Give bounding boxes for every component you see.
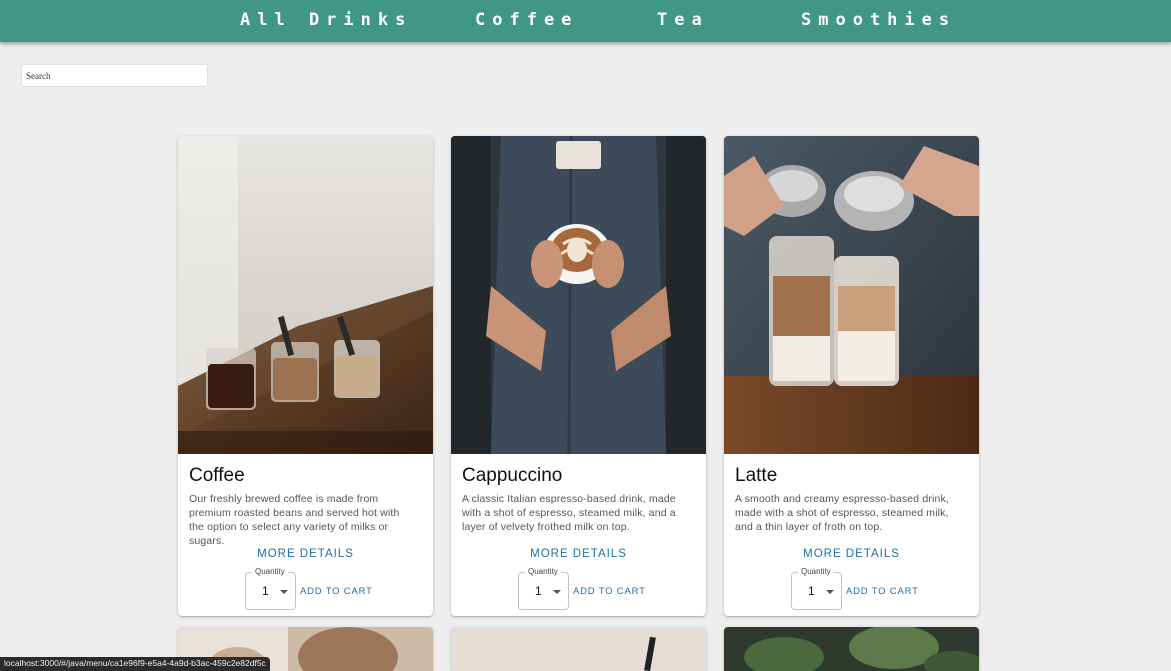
quantity-label: Quantity xyxy=(525,567,561,576)
product-card-cappuccino: Cappuccino A classic Italian espresso-ba… xyxy=(451,136,706,616)
nav-tea[interactable]: Tea xyxy=(657,10,709,30)
quantity-value: 1 xyxy=(808,584,815,598)
product-title: Coffee xyxy=(189,465,245,486)
product-card-row2-3[interactable] xyxy=(724,627,979,671)
caret-down-icon xyxy=(826,590,834,594)
more-details-button[interactable]: MORE DETAILS xyxy=(724,548,979,560)
coffee-photo[interactable] xyxy=(178,136,433,454)
product-title: Latte xyxy=(735,465,778,486)
quantity-select[interactable]: Quantity 1 xyxy=(791,567,842,610)
product-photo xyxy=(451,627,706,671)
caret-down-icon xyxy=(553,590,561,594)
product-description: A smooth and creamy espresso-based drink… xyxy=(735,493,949,533)
add-to-cart-button[interactable]: ADD TO CART xyxy=(300,586,373,597)
product-description: A classic Italian espresso-based drink, … xyxy=(462,493,676,533)
latte-photo[interactable] xyxy=(724,136,979,454)
nav-coffee[interactable]: Coffee xyxy=(475,10,578,30)
top-navbar: All Drinks Coffee Tea Smoothies xyxy=(0,0,1171,42)
quantity-value: 1 xyxy=(262,584,269,598)
more-details-button[interactable]: MORE DETAILS xyxy=(451,548,706,560)
add-to-cart-button[interactable]: ADD TO CART xyxy=(573,586,646,597)
quantity-select[interactable]: Quantity 1 xyxy=(245,567,296,610)
quantity-label: Quantity xyxy=(798,567,834,576)
product-photo xyxy=(724,627,979,671)
search-input[interactable] xyxy=(21,64,208,87)
quantity-label: Quantity xyxy=(252,567,288,576)
quantity-value: 1 xyxy=(535,584,542,598)
nav-all-drinks[interactable]: All Drinks xyxy=(240,10,412,30)
quantity-select[interactable]: Quantity 1 xyxy=(518,567,569,610)
status-bar-url: localhost:3000/#/java/menu/ca1e96f9-e5a4… xyxy=(0,657,270,671)
nav-smoothies[interactable]: Smoothies xyxy=(801,10,956,30)
caret-down-icon xyxy=(280,590,288,594)
product-card-row2-2[interactable] xyxy=(451,627,706,671)
product-card-coffee: Coffee Our freshly brewed coffee is made… xyxy=(178,136,433,616)
product-title: Cappuccino xyxy=(462,465,563,486)
cappuccino-photo[interactable] xyxy=(451,136,706,454)
add-to-cart-button[interactable]: ADD TO CART xyxy=(846,586,919,597)
product-description: Our freshly brewed coffee is made from p… xyxy=(189,493,400,547)
more-details-button[interactable]: MORE DETAILS xyxy=(178,548,433,560)
product-card-latte: Latte A smooth and creamy espresso-based… xyxy=(724,136,979,616)
